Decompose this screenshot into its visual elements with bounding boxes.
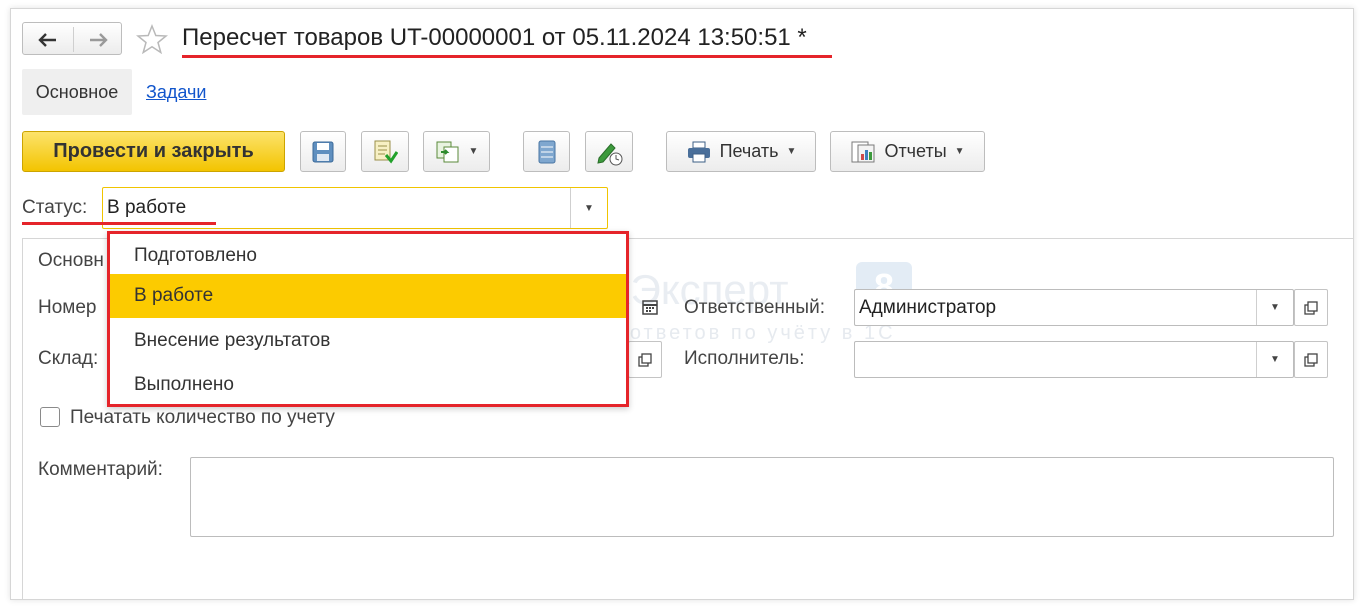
list-icon xyxy=(538,140,555,163)
open-form-icon xyxy=(1304,300,1318,315)
open-form-icon xyxy=(1304,352,1318,367)
post-icon xyxy=(374,140,398,164)
responsible-dropdown-button[interactable]: ▼ xyxy=(1256,290,1293,325)
responsible-field[interactable]: Администратор ▼ xyxy=(854,289,1294,326)
status-highlight-underline xyxy=(22,222,216,225)
back-button[interactable] xyxy=(23,23,73,56)
status-option-in-progress[interactable]: В работе xyxy=(110,274,626,318)
reports-icon xyxy=(851,141,875,162)
warehouse-label: Склад: xyxy=(38,348,99,369)
create-based-on-icon xyxy=(436,141,459,162)
reports-button-label: Отчеты xyxy=(884,141,947,161)
printer-icon xyxy=(687,141,710,162)
status-dropdown-list: Подготовлено В работе Внесение результат… xyxy=(107,231,629,407)
forward-button[interactable] xyxy=(73,23,123,56)
group-tab-label[interactable]: Основн xyxy=(38,250,104,272)
print-quantity-checkbox[interactable] xyxy=(40,407,60,427)
status-option-completed[interactable]: Выполнено xyxy=(110,363,626,407)
print-quantity-label[interactable]: Печатать количество по учету xyxy=(70,407,335,429)
responsible-label: Ответственный: xyxy=(684,297,825,318)
status-label: Статус: xyxy=(22,197,88,218)
status-option-entering-results[interactable]: Внесение результатов xyxy=(110,319,626,363)
save-button[interactable] xyxy=(300,131,346,172)
title-highlight-underline xyxy=(182,55,832,58)
executor-field[interactable]: ▼ xyxy=(854,341,1294,378)
comment-field[interactable] xyxy=(190,457,1334,537)
star-icon[interactable] xyxy=(136,24,168,54)
post-button[interactable] xyxy=(361,131,409,172)
responsible-open-button[interactable] xyxy=(1294,289,1328,326)
executor-dropdown-button[interactable]: ▼ xyxy=(1256,342,1293,377)
executor-open-button[interactable] xyxy=(1294,341,1328,378)
list-button[interactable] xyxy=(523,131,570,172)
reports-button[interactable]: Отчеты ▼ xyxy=(830,131,985,172)
warehouse-open-button[interactable] xyxy=(628,341,662,378)
comment-label: Комментарий: xyxy=(38,459,163,480)
status-dropdown-button[interactable]: ▼ xyxy=(570,188,607,228)
arrow-right-icon xyxy=(90,32,108,47)
number-label: Номер xyxy=(38,297,97,318)
calendar-icon[interactable] xyxy=(640,297,660,317)
navigation-group xyxy=(22,22,122,55)
chevron-down-icon: ▼ xyxy=(786,146,797,157)
responsible-value: Администратор xyxy=(859,296,997,318)
edit-history-button[interactable] xyxy=(585,131,633,172)
create-based-on-button[interactable]: ▼ xyxy=(423,131,490,172)
save-icon xyxy=(312,141,334,162)
page-title: Пересчет товаров UT-00000001 от 05.11.20… xyxy=(182,24,807,51)
arrow-left-icon xyxy=(38,32,56,47)
chevron-down-icon: ▼ xyxy=(954,146,965,157)
print-button-label: Печать xyxy=(719,141,779,161)
tab-tasks[interactable]: Задачи xyxy=(146,82,206,103)
open-form-icon xyxy=(638,352,652,367)
print-button[interactable]: Печать ▼ xyxy=(666,131,816,172)
status-option-prepared[interactable]: Подготовлено xyxy=(110,234,626,278)
edit-history-icon xyxy=(597,142,623,165)
executor-label: Исполнитель: xyxy=(684,348,805,369)
post-and-close-button[interactable]: Провести и закрыть xyxy=(22,131,285,172)
tab-main[interactable]: Основное xyxy=(22,69,132,115)
status-value: В работе xyxy=(107,197,187,218)
chevron-down-icon: ▼ xyxy=(468,146,479,157)
